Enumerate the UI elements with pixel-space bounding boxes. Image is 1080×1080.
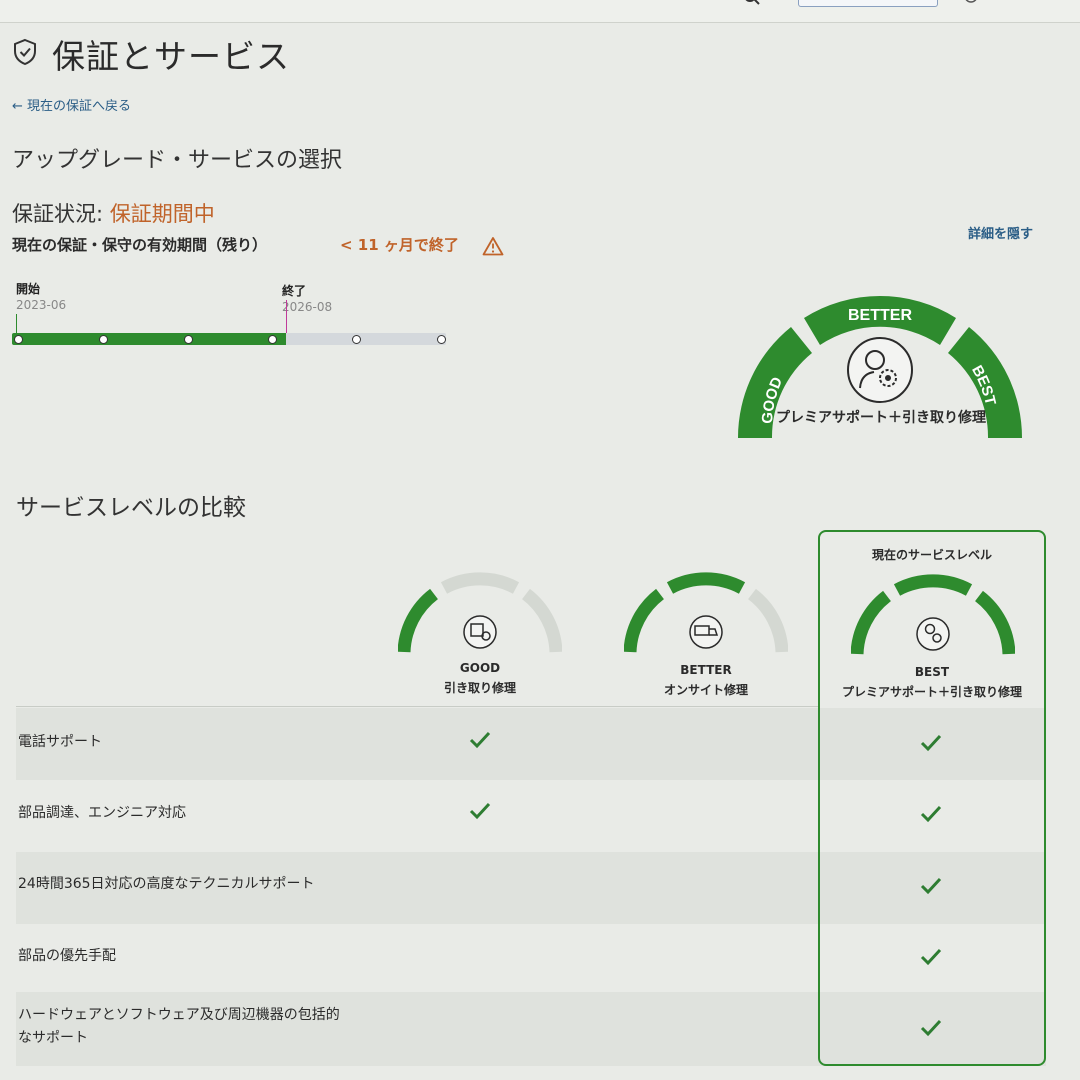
column-better-name: オンサイト修理 xyxy=(663,683,748,697)
column-best-header: BEST プレミアサポート＋引き取り修理 xyxy=(826,662,1038,702)
column-good-header: GOOD 引き取り修理 xyxy=(400,658,560,698)
better-gauge xyxy=(624,572,788,653)
column-best-name: プレミアサポート＋引き取り修理 xyxy=(841,685,1022,699)
column-better-header: BETTER オンサイト修理 xyxy=(626,660,786,700)
timeline-start-marker xyxy=(16,314,17,334)
timeline-dot xyxy=(99,335,108,344)
best-gauge xyxy=(851,574,1015,655)
check-icon xyxy=(469,731,491,749)
shield-icon xyxy=(14,38,36,66)
timeline-end-marker xyxy=(286,300,287,334)
current-level-label: 現在のサービスレベル xyxy=(871,548,992,562)
good-gauge xyxy=(398,572,562,653)
remaining-time: < 11 ヶ月で終了 xyxy=(340,236,459,254)
onsite-truck-icon xyxy=(689,615,723,649)
check-icon xyxy=(920,948,942,966)
hide-details-link[interactable]: 詳細を隠す xyxy=(968,223,1033,242)
warranty-status: 保証状況: 保証期間中 xyxy=(12,198,215,228)
timeline-dot xyxy=(14,335,23,344)
comparison-title: サービスレベルの比較 xyxy=(16,495,246,521)
feature-label: 部品の優先手配 xyxy=(18,948,116,964)
timeline-dot xyxy=(268,335,277,344)
package-repair-icon xyxy=(463,615,497,649)
timeline-dot xyxy=(352,335,361,344)
timeline-dot xyxy=(184,335,193,344)
timeline-end-label: 終了 xyxy=(282,284,307,298)
upgrade-section-title: アップグレード・サービスの選択 xyxy=(12,148,343,173)
column-good-level: GOOD xyxy=(459,661,501,675)
check-icon xyxy=(469,802,491,820)
column-best-level: BEST xyxy=(914,665,950,679)
check-icon xyxy=(920,1019,942,1037)
feature-label: 部品調達、エンジニア対応 xyxy=(18,805,186,821)
column-better-level: BETTER xyxy=(680,663,732,677)
check-icon xyxy=(920,805,942,823)
feature-label: ハードウェアとソフトウェア及び周辺機器の包括的なサポート xyxy=(18,1007,340,1046)
table-header-divider xyxy=(16,706,820,707)
warranty-status-label: 保証状況: xyxy=(12,202,110,226)
feature-label: 24時間365日対応の高度なテクニカルサポート xyxy=(18,876,315,892)
search-input[interactable] xyxy=(798,0,938,7)
top-bar xyxy=(0,0,1080,23)
account-icon[interactable] xyxy=(962,0,980,8)
gauge-current-service-label: プレミアサポート＋引き取り修理 xyxy=(776,410,986,426)
check-icon xyxy=(920,734,942,752)
warning-icon xyxy=(482,237,504,256)
warranty-period-label: 現在の保証・保守の有効期間（残り） xyxy=(12,236,268,254)
back-to-warranty-link[interactable]: ← 現在の保証へ戻る xyxy=(12,95,131,114)
warranty-status-value: 保証期間中 xyxy=(109,202,215,226)
timeline-elapsed-bar xyxy=(12,333,286,345)
premium-support-icon xyxy=(916,617,950,651)
timeline-end-date: 2026-08 xyxy=(282,300,333,314)
gauge-better-label: BETTER xyxy=(848,307,912,324)
column-good-name: 引き取り修理 xyxy=(443,681,516,695)
timeline-start-date: 2023-06 xyxy=(16,298,67,312)
premium-support-icon xyxy=(847,337,913,403)
timeline-start-label: 開始 xyxy=(16,282,41,296)
timeline-dot xyxy=(437,335,446,344)
feature-label: 電話サポート xyxy=(18,734,102,750)
check-icon xyxy=(920,877,942,895)
search-icon[interactable] xyxy=(742,0,762,10)
page-title: 保証とサービス xyxy=(52,37,290,76)
